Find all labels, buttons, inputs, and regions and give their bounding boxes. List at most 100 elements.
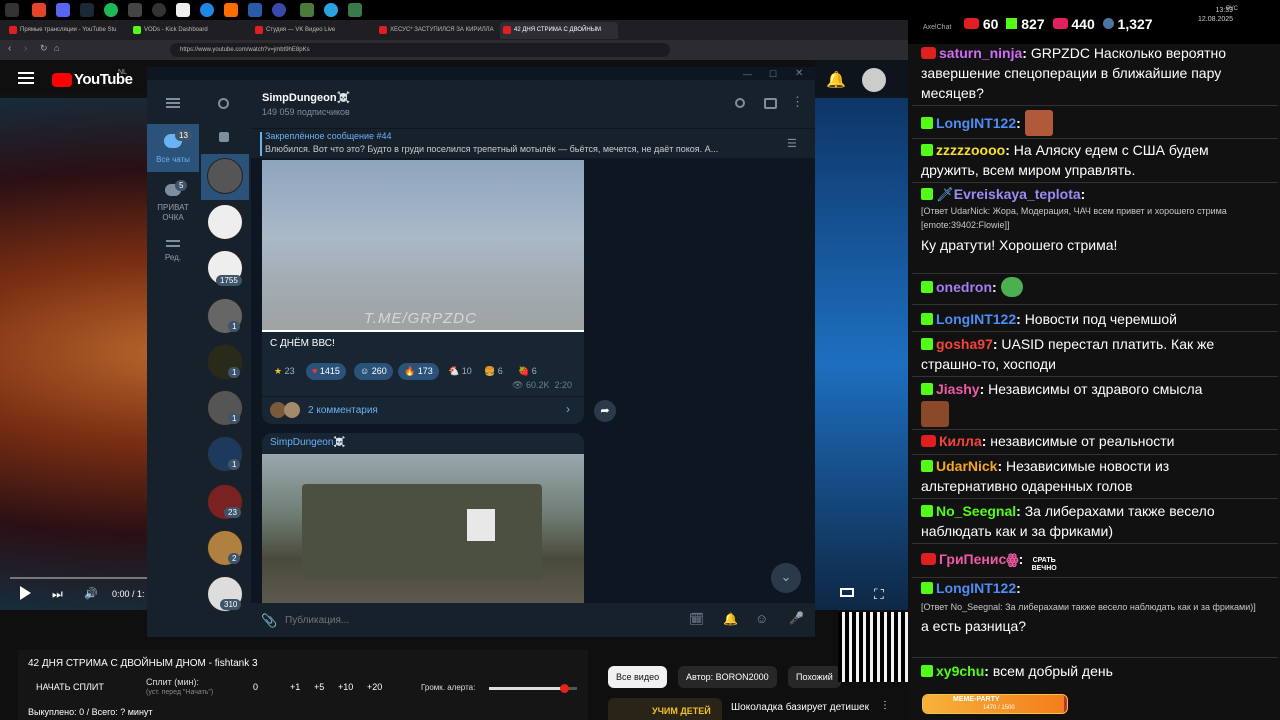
- attach-icon[interactable]: 📎: [261, 613, 277, 629]
- steam-icon[interactable]: [80, 3, 94, 17]
- menu-icon[interactable]: [166, 98, 180, 100]
- plus10-button[interactable]: +10: [338, 682, 353, 692]
- obs-icon[interactable]: [152, 3, 166, 17]
- chat-username[interactable]: gosha97: [936, 336, 993, 352]
- chat-username[interactable]: LongINT122: [936, 580, 1016, 596]
- chat-avatar[interactable]: [207, 204, 243, 240]
- back-icon[interactable]: ‹: [8, 43, 11, 54]
- discord-icon[interactable]: [56, 3, 70, 17]
- home-icon[interactable]: ⌂: [54, 43, 59, 53]
- browser-tab-active[interactable]: 42 ДНЯ СТРИМА С ДВОЙНЫМ: [500, 22, 618, 39]
- reload-icon[interactable]: ↻: [40, 43, 48, 54]
- chat-username[interactable]: Evreiskaya_teplota: [954, 186, 1081, 202]
- telegram-icon[interactable]: [324, 3, 338, 17]
- chat-avatar[interactable]: 23: [207, 484, 243, 520]
- youtube-logo-icon[interactable]: [52, 73, 72, 87]
- forward-icon[interactable]: ›: [24, 43, 27, 54]
- chat-username[interactable]: zzzzzoooo: [936, 142, 1005, 158]
- notifications-icon[interactable]: 🔔: [826, 70, 846, 90]
- search-icon[interactable]: [218, 98, 229, 109]
- chat-username[interactable]: Jiashy: [936, 381, 980, 397]
- plus1-button[interactable]: +1: [290, 682, 300, 692]
- silent-notify-icon[interactable]: 🔔: [723, 612, 738, 626]
- chat-username[interactable]: xy9chu: [936, 663, 984, 679]
- pinned-message-bar[interactable]: Закреплённое сообщение #44 Влюбился. Вот…: [251, 128, 815, 158]
- browser-tab[interactable]: ХЕСУС* ЗАСТУПИЛСЯ ЗА КИРИЛЛА: [376, 22, 494, 39]
- play-icon[interactable]: [20, 586, 31, 600]
- chat-avatar[interactable]: 1: [207, 436, 243, 472]
- close-icon[interactable]: ✕: [795, 68, 803, 79]
- search-icon[interactable]: [735, 98, 745, 108]
- post-image[interactable]: [262, 454, 584, 604]
- more-icon[interactable]: ⋮: [791, 94, 804, 110]
- chat-username[interactable]: onedron: [936, 279, 992, 295]
- channel-name[interactable]: SimpDungeon☠️: [262, 91, 350, 104]
- schedule-icon[interactable]: 🗓: [689, 612, 704, 626]
- filter-chip-similar[interactable]: Похожий: [788, 666, 841, 688]
- browser-tab[interactable]: Студия — VK Видео Live: [252, 22, 370, 39]
- split-value[interactable]: 0: [253, 682, 258, 692]
- theater-icon[interactable]: [840, 588, 854, 597]
- filter-chip-all[interactable]: Все видео: [608, 666, 668, 688]
- message-input[interactable]: [285, 611, 675, 629]
- brave-icon[interactable]: [32, 3, 46, 17]
- fullscreen-icon[interactable]: ⛶: [874, 586, 884, 603]
- more-icon[interactable]: ⋮: [880, 700, 890, 711]
- plus5-button[interactable]: +5: [314, 682, 324, 692]
- minimize-icon[interactable]: —: [743, 69, 752, 79]
- reaction-heart[interactable]: ♥ 1415: [306, 363, 346, 380]
- folder-all-chats[interactable]: 13 Все чаты: [147, 124, 199, 172]
- scroll-down-icon[interactable]: ⌄: [771, 563, 801, 593]
- menu-icon[interactable]: [18, 72, 34, 74]
- chat-avatar[interactable]: [207, 158, 243, 194]
- reaction-chicken[interactable]: 🐔 10: [442, 363, 478, 380]
- start-split-button[interactable]: НАЧАТЬ СПЛИТ: [36, 682, 104, 692]
- maximize-icon[interactable]: ☐: [769, 69, 777, 80]
- folder-private[interactable]: 5 ПРИВАТ ОЧКА: [147, 176, 199, 226]
- reaction-fire[interactable]: 🔥 173: [398, 363, 439, 380]
- chat-username[interactable]: UdarNick: [936, 458, 997, 474]
- app-icon[interactable]: [248, 3, 262, 17]
- chat-username[interactable]: saturn_ninja: [939, 45, 1022, 61]
- chat-avatar[interactable]: 1: [207, 390, 243, 426]
- app-icon[interactable]: [5, 3, 19, 17]
- chat-avatar[interactable]: 1: [207, 344, 243, 380]
- reaction-berry[interactable]: 🍓 6: [512, 363, 543, 380]
- sidebar-toggle-icon[interactable]: [764, 98, 777, 109]
- chat-username[interactable]: LongINT122: [936, 115, 1016, 131]
- microphone-icon[interactable]: 🎤: [789, 611, 804, 625]
- next-icon[interactable]: ⏭: [52, 587, 63, 602]
- plus20-button[interactable]: +20: [367, 682, 382, 692]
- folder-edit[interactable]: Ред.: [147, 236, 199, 272]
- volume-icon[interactable]: 🔊: [84, 587, 98, 600]
- filter-chip-author[interactable]: Автор: BORON2000: [678, 666, 777, 688]
- app-icon[interactable]: [300, 3, 314, 17]
- recommended-title[interactable]: Шоколадка базирует детишек: [731, 702, 869, 713]
- share-icon[interactable]: ➦: [594, 400, 616, 422]
- reaction-star[interactable]: ★ 23: [268, 363, 301, 380]
- progress-bar[interactable]: [10, 577, 150, 579]
- chat-avatar[interactable]: 1755: [207, 250, 243, 286]
- reaction-burger[interactable]: 🍔 6: [478, 363, 509, 380]
- post-author[interactable]: SimpDungeon☠️: [270, 437, 346, 448]
- post-image[interactable]: T.ME/GRPZDC: [262, 160, 584, 332]
- reaction-emoji[interactable]: ☺ 260: [354, 363, 393, 380]
- recommended-thumbnail[interactable]: УЧИМ ДЕТЕЙ: [608, 698, 722, 720]
- avatar[interactable]: [862, 68, 886, 92]
- chat-username[interactable]: ГриПенисꙮ: [939, 551, 1019, 567]
- pinned-list-icon[interactable]: ☰: [787, 137, 797, 150]
- chat-username[interactable]: Килла: [939, 433, 982, 449]
- browser-tab[interactable]: Прямые трансляции - YouTube Stu: [6, 22, 124, 39]
- spotify-icon[interactable]: [104, 3, 118, 17]
- slider-thumb[interactable]: [559, 684, 569, 693]
- browser-tab[interactable]: VODs - Kick Dashboard: [130, 22, 248, 39]
- chat-username[interactable]: No_Seegnal: [936, 503, 1016, 519]
- comments-link[interactable]: 2 комментария ›: [262, 398, 584, 422]
- address-bar[interactable]: https://www.youtube.com/watch?v=jmbt9hE8…: [170, 43, 670, 57]
- emoji-icon[interactable]: ☺: [755, 611, 768, 626]
- app-icon[interactable]: [224, 3, 238, 17]
- chat-avatar[interactable]: 2: [207, 530, 243, 566]
- chat-avatar[interactable]: 1: [207, 298, 243, 334]
- chat-username[interactable]: LongINT122: [936, 311, 1016, 327]
- app-icon[interactable]: [200, 3, 214, 17]
